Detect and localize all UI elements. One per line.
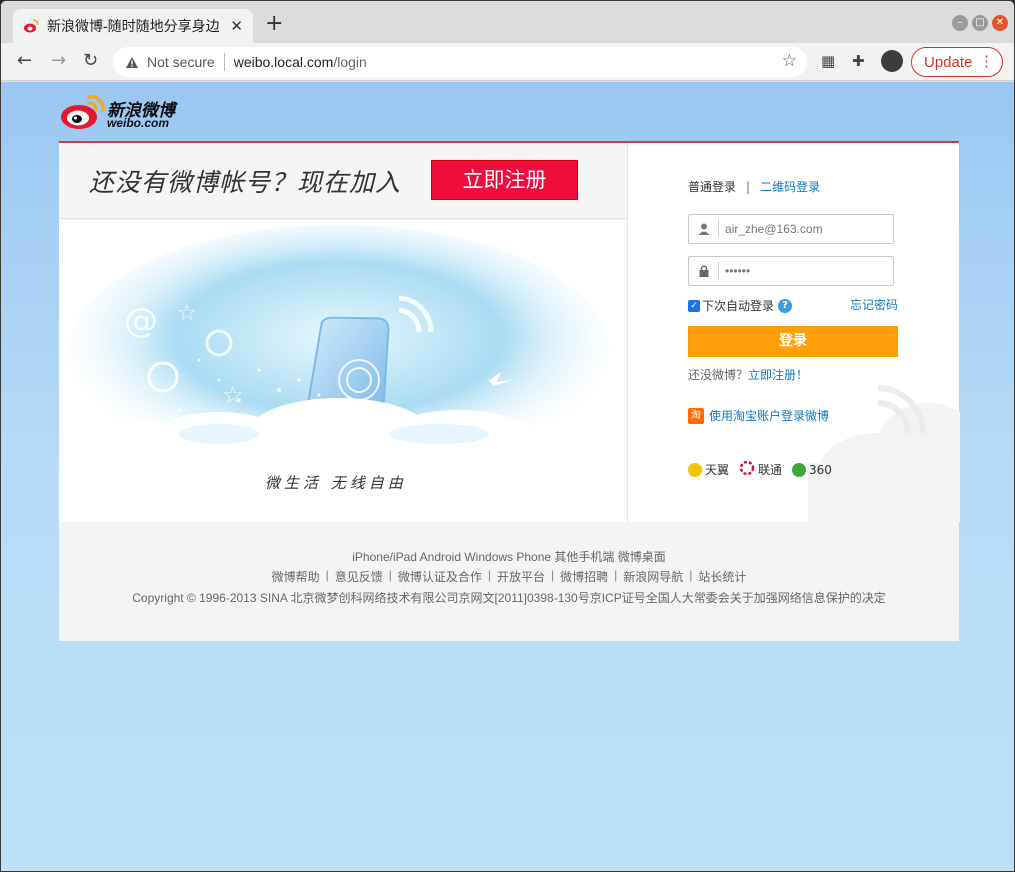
url-host[interactable]: weibo.local.com xyxy=(234,54,334,70)
reload-icon[interactable]: ↻ xyxy=(83,51,98,71)
partner-360[interactable]: 360 xyxy=(792,462,832,477)
illustration: @ ☆ ☆ 微生活 无线自由 xyxy=(59,220,627,522)
extensions-puzzle-icon[interactable]: ✚ xyxy=(852,52,865,70)
address-separator xyxy=(223,53,225,71)
no-account-text: 还没微博？ xyxy=(688,368,749,382)
footer-link-help[interactable]: 微博帮助 xyxy=(272,568,320,585)
footer-divider: | xyxy=(551,568,555,582)
remember-checkbox[interactable]: ✓ xyxy=(688,299,700,312)
unicom-icon xyxy=(739,460,755,479)
footer-link-stats[interactable]: 站长统计 xyxy=(698,568,746,585)
footer-copyright: Copyright © 1996-2013 SINA 北京微梦创科网络技术有限公… xyxy=(132,591,886,605)
login-button[interactable]: 登录 xyxy=(688,326,898,357)
new-tab-button[interactable]: + xyxy=(265,13,283,35)
weibo-login-page: 新浪微博 weibo.com 还没有微博帐号？现在加入 立即注册 @ ☆ ☆ 微… xyxy=(1,82,1014,871)
footer-divider: | xyxy=(614,568,618,582)
menu-dots-icon[interactable]: ⋮ xyxy=(979,52,994,72)
footer-link-jobs[interactable]: 微博招聘 xyxy=(560,568,608,585)
bookmark-star-icon[interactable]: ☆ xyxy=(782,51,797,71)
partner-tianyi-label[interactable]: 天翼 xyxy=(705,461,729,478)
tab-normal-login[interactable]: 普通登录 xyxy=(688,178,736,195)
window-controls: – □ ✕ xyxy=(952,15,1008,31)
taobao-icon: 淘 xyxy=(688,407,704,424)
remember-label[interactable]: 下次自动登录 xyxy=(702,297,774,314)
tab-close-icon[interactable]: ✕ xyxy=(230,17,243,35)
maximize-icon[interactable]: □ xyxy=(972,15,988,31)
partner-360-label[interactable]: 360 xyxy=(809,463,832,477)
footer-divider: | xyxy=(325,568,329,582)
tab-title: 新浪微博-随时随地分享身边 xyxy=(47,18,220,34)
login-panel: 普通登录 | 二维码登录 air_zhe@163.com •••••• ✓ 下次… xyxy=(627,143,960,522)
address-bar[interactable]: Not secure weibo.local.com /login ☆ xyxy=(113,47,807,77)
help-icon[interactable]: ? xyxy=(778,298,793,313)
qr-code-icon[interactable]: ▦ xyxy=(821,52,835,70)
logo-text-en: weibo.com xyxy=(107,116,170,130)
back-arrow-icon[interactable]: ← xyxy=(17,51,32,71)
tab-divider: | xyxy=(746,179,751,194)
partner-unicom[interactable]: 联通 xyxy=(739,460,782,479)
not-secure-label[interactable]: Not secure xyxy=(147,54,215,70)
footer-divider: | xyxy=(388,568,392,582)
footer-divider: | xyxy=(689,568,693,582)
partner-logins: 天翼 联通 360 xyxy=(688,460,832,479)
taobao-login-link[interactable]: 淘 使用淘宝账户登录微博 xyxy=(688,407,829,424)
username-value: air_zhe@163.com xyxy=(725,222,823,236)
password-value: •••••• xyxy=(725,264,751,278)
login-mode-tabs: 普通登录 | 二维码登录 xyxy=(688,178,820,195)
partner-unicom-label[interactable]: 联通 xyxy=(758,461,782,478)
register-link[interactable]: 立即注册！ xyxy=(748,368,808,382)
browser-window: 新浪微博-随时随地分享身边 ✕ + – □ ✕ ← → ↻ Not secure… xyxy=(0,0,1015,872)
minimize-icon[interactable]: – xyxy=(952,15,968,31)
svg-text:☆: ☆ xyxy=(177,301,197,326)
weibo-favicon-icon xyxy=(23,18,39,34)
svg-text:@: @ xyxy=(124,301,158,341)
slogan-text: 微生活 无线自由 xyxy=(265,474,407,492)
login-container: 还没有微博帐号？现在加入 立即注册 @ ☆ ☆ 微生活 无线自由 普通登录 | … xyxy=(59,141,960,641)
browser-toolbar: ← → ↻ Not secure weibo.local.com /login … xyxy=(1,43,1014,81)
remember-me[interactable]: ✓ 下次自动登录 ? xyxy=(688,297,793,314)
forward-arrow-icon[interactable]: → xyxy=(51,51,66,71)
password-field[interactable]: •••••• xyxy=(688,256,894,286)
register-now-button[interactable]: 立即注册 xyxy=(431,160,578,200)
svg-text:☆: ☆ xyxy=(222,381,244,409)
weibo-logo[interactable]: 新浪微博 weibo.com xyxy=(59,92,189,132)
footer-link-sina-nav[interactable]: 新浪网导航 xyxy=(623,568,683,585)
forgot-password-link[interactable]: 忘记密码 xyxy=(850,296,898,313)
browser-tab[interactable]: 新浪微博-随时随地分享身边 ✕ xyxy=(13,9,253,43)
user-icon xyxy=(689,220,719,238)
footer-link-verify[interactable]: 微博认证及合作 xyxy=(398,568,482,585)
taobao-login-label[interactable]: 使用淘宝账户登录微博 xyxy=(709,407,829,424)
register-headline: 还没有微博帐号？现在加入 xyxy=(89,168,402,197)
update-label: Update xyxy=(924,53,973,71)
footer-links: 微博帮助 | 意见反馈 | 微博认证及合作 | 开放平台 | 微博招聘 | 新浪网导航 | … xyxy=(59,568,959,585)
footer-link-open-platform[interactable]: 开放平台 xyxy=(497,568,545,585)
partner-tianyi[interactable]: 天翼 xyxy=(688,461,729,478)
tab-bar: 新浪微博-随时随地分享身边 ✕ + – □ ✕ xyxy=(1,1,1014,43)
warning-triangle-icon[interactable] xyxy=(125,55,139,69)
weibo-logo-icon xyxy=(61,95,105,129)
footer-link-feedback[interactable]: 意见反馈 xyxy=(335,568,383,585)
360-icon xyxy=(792,462,807,477)
register-banner: 还没有微博帐号？现在加入 立即注册 xyxy=(59,143,627,219)
tab-qr-login[interactable]: 二维码登录 xyxy=(760,178,820,195)
footer-clients[interactable]: iPhone/iPad Android Windows Phone 其他手机端 … xyxy=(59,548,959,565)
lock-icon xyxy=(689,262,719,280)
no-account-hint: 还没微博？立即注册！ xyxy=(688,366,808,383)
left-panel: 还没有微博帐号？现在加入 立即注册 @ ☆ ☆ 微生活 无线自由 xyxy=(59,143,627,522)
tianyi-icon xyxy=(688,462,702,477)
url-path[interactable]: /login xyxy=(333,54,366,70)
profile-avatar-icon[interactable] xyxy=(881,50,903,72)
close-window-icon[interactable]: ✕ xyxy=(992,15,1008,31)
username-field[interactable]: air_zhe@163.com xyxy=(688,214,894,244)
footer-divider: | xyxy=(487,568,491,582)
update-button[interactable]: Update ⋮ xyxy=(911,47,1003,77)
footer: iPhone/iPad Android Windows Phone 其他手机端 … xyxy=(59,523,959,641)
